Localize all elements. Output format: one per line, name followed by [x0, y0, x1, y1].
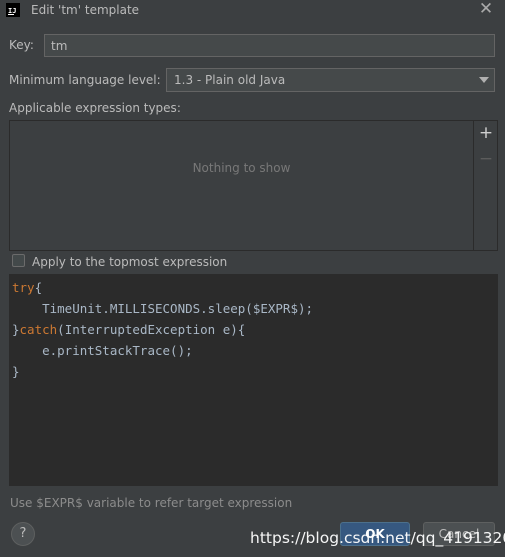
expression-types-list[interactable]: Nothing to show	[10, 121, 473, 250]
code-text: (InterruptedException e){	[57, 322, 246, 337]
code-text: {	[34, 280, 43, 295]
code-text: TimeUnit.MILLISECONDS.sleep($EXPR$);	[12, 301, 314, 316]
code-line: TimeUnit.MILLISECONDS.sleep($EXPR$);	[12, 298, 497, 319]
code-line: }catch(InterruptedException e){	[12, 319, 497, 340]
intellij-icon: IJ	[6, 3, 20, 17]
code-text: }	[12, 364, 20, 379]
language-level-dropdown[interactable]: 1.3 - Plain old Java	[166, 68, 495, 92]
code-line: try{	[12, 277, 497, 298]
code-keyword: try	[12, 280, 35, 295]
chevron-down-icon	[479, 77, 489, 83]
code-text: }	[12, 322, 20, 337]
topmost-expression-checkbox[interactable]	[12, 254, 25, 267]
code-text: e.printStackTrace();	[12, 343, 193, 358]
topmost-expression-label[interactable]: Apply to the topmost expression	[32, 255, 227, 269]
language-level-value: 1.3 - Plain old Java	[174, 73, 286, 87]
expression-types-toolbar: + −	[473, 121, 498, 250]
key-input[interactable]	[44, 34, 495, 57]
code-line: }	[12, 361, 497, 382]
window-title: Edit 'tm' template	[31, 3, 140, 17]
template-code-editor[interactable]: try{ TimeUnit.MILLISECONDS.sleep($EXPR$)…	[9, 274, 498, 486]
expression-types-label: Applicable expression types:	[9, 101, 181, 115]
title-bar: IJ Edit 'tm' template ✕	[0, 0, 505, 22]
remove-icon[interactable]: −	[476, 149, 496, 169]
language-level-label: Minimum language level:	[9, 73, 161, 87]
expression-types-panel: Nothing to show + −	[9, 120, 498, 251]
key-label: Key:	[9, 38, 34, 52]
hint-text: Use $EXPR$ variable to refer target expr…	[10, 496, 293, 510]
help-button[interactable]: ?	[11, 522, 35, 546]
code-keyword: catch	[19, 322, 58, 337]
close-icon[interactable]: ✕	[476, 0, 496, 19]
add-icon[interactable]: +	[476, 123, 496, 143]
empty-list-text: Nothing to show	[192, 161, 291, 175]
code-line: e.printStackTrace();	[12, 340, 497, 361]
watermark-text: https://blog.csdn.net/qq_41913208	[250, 529, 505, 547]
